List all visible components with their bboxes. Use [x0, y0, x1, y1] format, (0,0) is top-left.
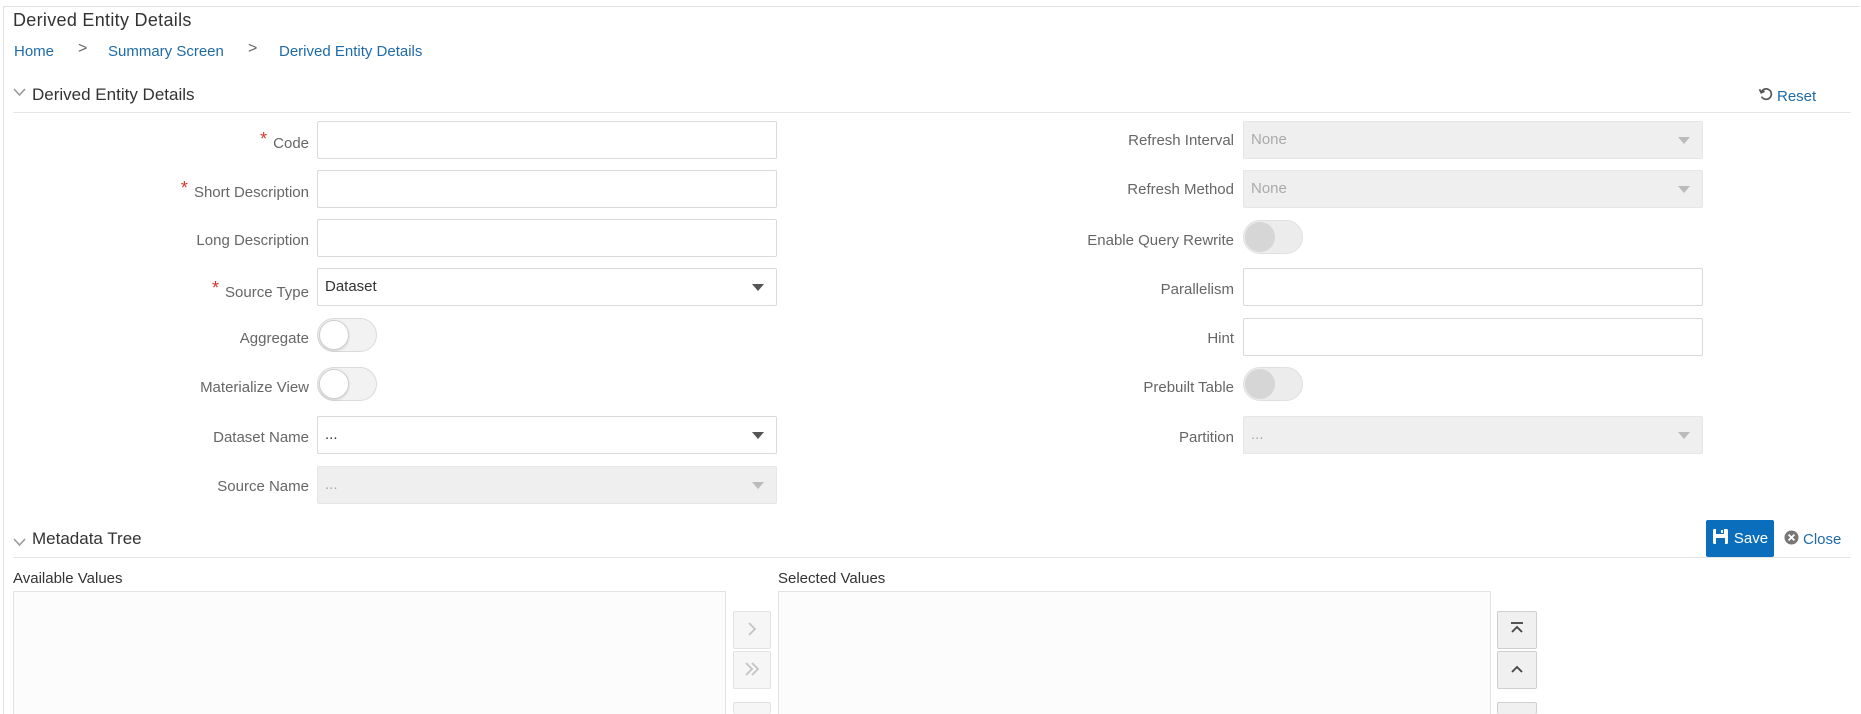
section-divider	[13, 557, 1851, 558]
reset-label: Reset	[1777, 87, 1817, 105]
aggregate-label: Aggregate	[239, 330, 309, 347]
materialize-view-label: Materialize View	[200, 379, 309, 396]
section-title-derived-entity-details: Derived Entity Details	[32, 85, 195, 104]
source-name-value: ...	[325, 476, 338, 493]
move-up-button[interactable]	[1497, 651, 1537, 689]
floppy-disk-icon	[1712, 528, 1729, 549]
source-type-value: Dataset	[325, 278, 377, 295]
toggle-knob	[1245, 369, 1275, 399]
required-indicator: *	[180, 178, 188, 198]
toggle-knob	[319, 320, 349, 350]
chevron-down-icon	[752, 284, 764, 291]
breadcrumb-home[interactable]: Home	[14, 43, 54, 60]
refresh-method-value: None	[1251, 180, 1287, 197]
chevron-down-icon	[752, 432, 764, 439]
move-to-top-button[interactable]	[1497, 611, 1537, 649]
code-label: * Code	[260, 129, 309, 152]
move-left-button[interactable]	[733, 702, 771, 714]
double-chevron-right-icon	[744, 660, 760, 681]
required-indicator: *	[260, 129, 268, 149]
chevron-up-icon	[1510, 661, 1524, 679]
reset-button[interactable]: Reset	[1758, 86, 1816, 106]
source-type-label: * Source Type	[212, 278, 309, 301]
enable-query-rewrite-toggle	[1243, 220, 1303, 254]
dataset-name-label: Dataset Name	[213, 429, 309, 446]
aggregate-toggle[interactable]	[317, 318, 377, 352]
chevron-right-icon	[747, 620, 757, 641]
close-label: Close	[1803, 531, 1842, 548]
available-values-label: Available Values	[13, 570, 123, 587]
materialize-view-toggle[interactable]	[317, 367, 377, 401]
breadcrumb-separator: >	[248, 40, 258, 57]
move-all-right-button[interactable]	[733, 651, 771, 689]
refresh-method-select: None	[1243, 170, 1703, 208]
partition-value: ...	[1251, 426, 1264, 443]
chevron-down-icon	[752, 482, 764, 489]
save-button[interactable]: Save	[1706, 520, 1774, 557]
close-circle-icon	[1784, 530, 1799, 549]
section-divider	[13, 112, 1851, 113]
long-description-label: Long Description	[196, 232, 309, 249]
refresh-interval-value: None	[1251, 131, 1287, 148]
required-indicator: *	[212, 278, 220, 298]
page-title: Derived Entity Details	[13, 10, 192, 30]
chevron-down-icon	[1678, 137, 1690, 144]
dataset-name-select[interactable]: ...	[317, 416, 777, 454]
selected-values-list[interactable]	[778, 591, 1491, 714]
collapse-chevron-icon[interactable]	[13, 536, 26, 550]
refresh-interval-select: None	[1243, 121, 1703, 159]
prebuilt-table-label: Prebuilt Table	[1143, 379, 1234, 396]
save-label: Save	[1733, 530, 1769, 547]
short-description-input[interactable]	[317, 170, 777, 208]
section-title-metadata-tree: Metadata Tree	[32, 529, 142, 548]
hint-label: Hint	[1207, 330, 1234, 347]
enable-query-rewrite-label: Enable Query Rewrite	[1087, 232, 1234, 249]
reset-icon	[1758, 86, 1774, 106]
breadcrumb-summary-screen[interactable]: Summary Screen	[108, 43, 224, 60]
chevron-down-icon	[1678, 432, 1690, 439]
collapse-chevron-icon[interactable]	[13, 86, 26, 100]
dataset-name-value: ...	[325, 426, 338, 443]
partition-label: Partition	[1178, 429, 1234, 446]
refresh-method-label: Refresh Method	[1127, 181, 1234, 198]
move-down-button[interactable]	[1497, 702, 1537, 714]
move-right-button[interactable]	[733, 611, 771, 649]
refresh-interval-label: Refresh Interval	[1128, 132, 1234, 149]
toggle-knob	[1245, 222, 1275, 252]
source-name-label: Source Name	[217, 478, 309, 495]
hint-input[interactable]	[1243, 318, 1703, 356]
long-description-input[interactable]	[317, 219, 777, 257]
available-values-list[interactable]	[13, 591, 726, 714]
chevron-down-icon	[1678, 186, 1690, 193]
partition-select: ...	[1243, 416, 1703, 454]
source-name-select: ...	[317, 466, 777, 504]
parallelism-input[interactable]	[1243, 268, 1703, 306]
breadcrumb-derived-entity-details[interactable]: Derived Entity Details	[279, 43, 422, 60]
short-description-label: * Short Description	[180, 178, 309, 201]
arrow-to-top-icon	[1510, 621, 1524, 640]
toggle-knob	[319, 369, 349, 399]
prebuilt-table-toggle	[1243, 367, 1303, 401]
source-type-select[interactable]: Dataset	[317, 268, 777, 306]
selected-values-label: Selected Values	[778, 570, 886, 587]
code-input[interactable]	[317, 121, 777, 159]
close-button[interactable]: Close	[1784, 530, 1841, 549]
breadcrumb-separator: >	[78, 40, 88, 57]
parallelism-label: Parallelism	[1160, 281, 1234, 298]
